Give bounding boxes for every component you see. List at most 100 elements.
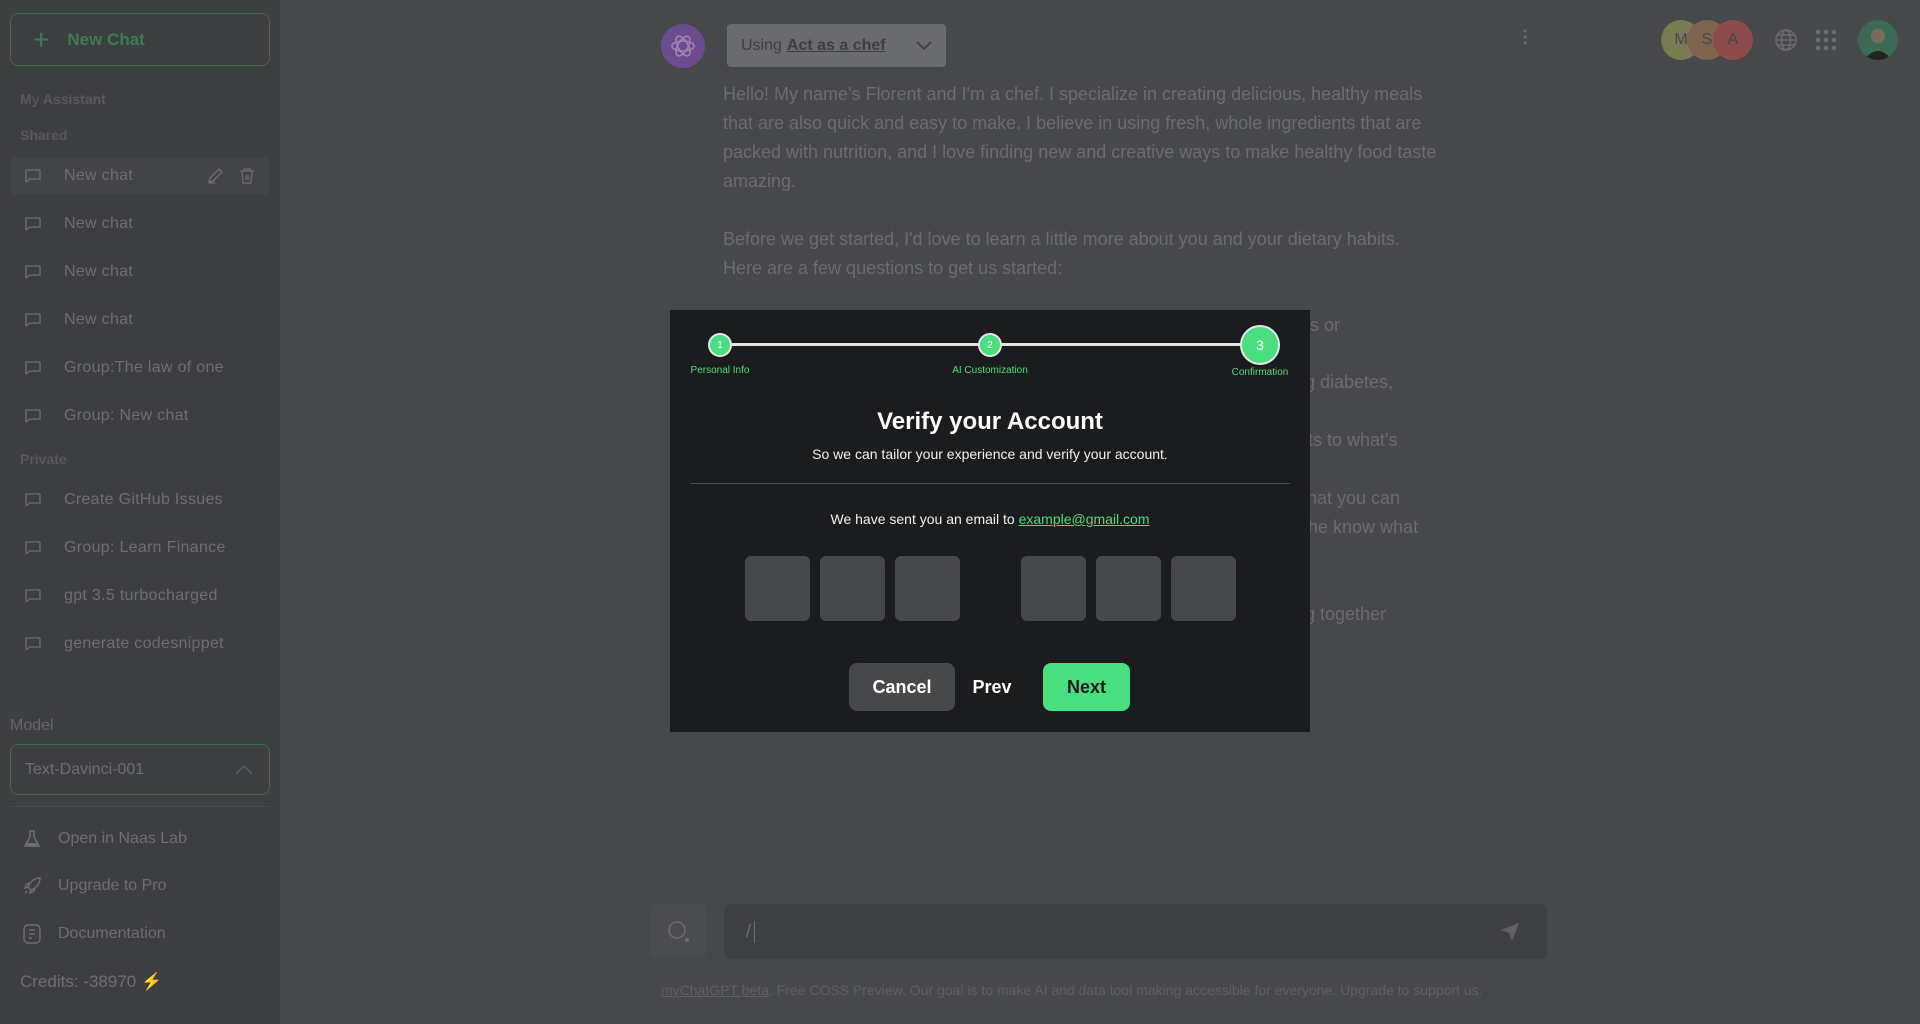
chat-bubble-icon bbox=[25, 409, 41, 423]
assistant-name: Act as a chef bbox=[786, 36, 886, 54]
footer-link[interactable]: myChatGPT beta bbox=[661, 982, 769, 998]
code-digit-5[interactable] bbox=[1096, 556, 1161, 621]
chat-item[interactable]: gpt 3.5 turbocharged bbox=[10, 577, 270, 615]
message-fragment: g diabetes, bbox=[1305, 372, 1394, 392]
code-digit-4[interactable] bbox=[1021, 556, 1086, 621]
avatar-letter: A bbox=[1727, 31, 1739, 48]
apps-grid-icon[interactable] bbox=[1815, 29, 1837, 56]
link-label: Documentation bbox=[58, 925, 166, 942]
model-value: Text-Davinci-001 bbox=[25, 760, 145, 778]
step-number: 2 bbox=[987, 339, 993, 351]
flask-icon bbox=[23, 830, 41, 847]
stepper-line bbox=[990, 343, 1260, 346]
using-label: Using bbox=[741, 36, 782, 54]
prev-button[interactable]: Prev bbox=[962, 663, 1022, 711]
chat-bubble-icon bbox=[25, 169, 41, 183]
divider bbox=[10, 806, 270, 807]
email-notice: We have sent you an email to example@gma… bbox=[670, 511, 1310, 527]
chat-item-label: gpt 3.5 turbocharged bbox=[64, 587, 218, 604]
next-button[interactable]: Next bbox=[1043, 663, 1130, 711]
modal-title: Verify your Account bbox=[877, 408, 1103, 435]
documentation-link[interactable]: Documentation bbox=[22, 924, 166, 944]
message-fragment: ts to what's bbox=[1308, 430, 1398, 450]
chat-item[interactable]: Group: New chat bbox=[10, 397, 270, 435]
chat-bubble-icon bbox=[25, 637, 41, 651]
stepper-line bbox=[720, 343, 990, 346]
edit-icon[interactable] bbox=[206, 167, 224, 185]
credits: Credits: -38970 ⚡ bbox=[20, 972, 162, 992]
chat-input[interactable]: / bbox=[724, 904, 1547, 959]
upgrade-pro-link[interactable]: Upgrade to Pro bbox=[22, 876, 167, 896]
new-chat-button[interactable]: + New Chat bbox=[10, 13, 270, 66]
chevron-up-icon bbox=[235, 764, 253, 775]
chat-item[interactable]: Group:The law of one bbox=[10, 349, 270, 387]
kebab-menu-icon[interactable] bbox=[1522, 28, 1528, 51]
globe-icon[interactable] bbox=[1774, 28, 1798, 57]
cancel-button[interactable]: Cancel bbox=[849, 663, 955, 711]
message-fragment: s or bbox=[1310, 315, 1341, 335]
lightning-icon: ⚡ bbox=[140, 972, 163, 991]
chat-item[interactable]: New chat bbox=[10, 253, 270, 291]
message-fragment: g together bbox=[1305, 604, 1387, 624]
modal-divider bbox=[690, 483, 1290, 484]
member-avatar[interactable]: A bbox=[1713, 20, 1753, 60]
message-fragment: hat you can bbox=[1307, 488, 1401, 508]
chat-bubble-icon bbox=[25, 589, 41, 603]
footer-note: myChatGPT beta. Free COSS Preview. Our g… bbox=[661, 982, 1483, 998]
model-select[interactable]: Text-Davinci-001 bbox=[10, 744, 270, 795]
step-indicator: 2 bbox=[978, 333, 1002, 357]
text-cursor bbox=[754, 920, 756, 943]
chat-item[interactable]: New chat bbox=[10, 301, 270, 339]
new-chat-label: New Chat bbox=[67, 29, 145, 49]
chat-item-label: Group: New chat bbox=[64, 407, 189, 424]
sidebar: + New Chat My Assistant Shared New chat Ne… bbox=[0, 0, 280, 1024]
assistant-message-para2: Before we get started, I'd love to learn… bbox=[723, 229, 1400, 278]
plus-icon: + bbox=[33, 23, 50, 55]
assistant-dropdown[interactable]: Using Act as a chef bbox=[727, 24, 946, 67]
chat-item-label: New chat bbox=[64, 263, 134, 280]
search-button[interactable] bbox=[651, 904, 706, 959]
chat-bubble-icon bbox=[25, 541, 41, 555]
avatar-letter: M bbox=[1674, 31, 1688, 48]
link-label: Open in Naas Lab bbox=[58, 830, 187, 847]
chat-item[interactable]: Group: Learn Finance bbox=[10, 529, 270, 567]
assistant-logo bbox=[661, 24, 705, 68]
avatar-letter: S bbox=[1701, 31, 1713, 48]
assistant-message-para1: Hello! My name's Florent and I'm a chef.… bbox=[723, 84, 1437, 191]
chat-item[interactable]: New chat bbox=[10, 157, 270, 195]
step-label: Confirmation bbox=[1231, 367, 1289, 378]
step-number: 1 bbox=[717, 339, 723, 351]
open-naas-lab-link[interactable]: Open in Naas Lab bbox=[22, 829, 187, 849]
chat-item[interactable]: generate codesnippet bbox=[10, 625, 270, 663]
search-icon bbox=[667, 920, 689, 942]
chat-item-label: New chat bbox=[64, 311, 134, 328]
step-indicator: 3 bbox=[1240, 325, 1280, 365]
chat-item[interactable]: Create GitHub Issues bbox=[10, 481, 270, 519]
chat-item[interactable]: New chat bbox=[10, 205, 270, 243]
chevron-down-icon bbox=[916, 40, 932, 50]
chat-bubble-icon bbox=[25, 265, 41, 279]
code-digit-6[interactable] bbox=[1171, 556, 1236, 621]
modal-subtitle: So we can tailor your experience and ver… bbox=[812, 446, 1168, 462]
chat-item-label: Group:The law of one bbox=[64, 359, 224, 376]
user-avatar[interactable] bbox=[1858, 20, 1898, 60]
chat-item-label: Create GitHub Issues bbox=[64, 491, 223, 508]
send-icon[interactable] bbox=[1499, 921, 1521, 943]
code-digit-3[interactable] bbox=[895, 556, 960, 621]
step-label: AI Customization bbox=[952, 365, 1028, 376]
model-label: Model bbox=[10, 717, 54, 734]
chat-bubble-icon bbox=[25, 493, 41, 507]
message-fragment: he know what bbox=[1308, 517, 1419, 537]
email-link[interactable]: example@gmail.com bbox=[1019, 511, 1150, 527]
chat-item-label: Group: Learn Finance bbox=[64, 539, 226, 556]
link-label: Upgrade to Pro bbox=[58, 877, 167, 894]
chat-item-label: New chat bbox=[64, 167, 134, 184]
chat-item-label: New chat bbox=[64, 215, 134, 232]
code-digit-2[interactable] bbox=[820, 556, 885, 621]
openai-icon bbox=[671, 35, 695, 57]
trash-icon[interactable] bbox=[238, 167, 256, 185]
chat-bubble-icon bbox=[25, 313, 41, 327]
footer-text: . Free COSS Preview. Our goal is to make… bbox=[768, 982, 1483, 998]
email-text: We have sent you an email to bbox=[830, 511, 1015, 527]
code-digit-1[interactable] bbox=[745, 556, 810, 621]
